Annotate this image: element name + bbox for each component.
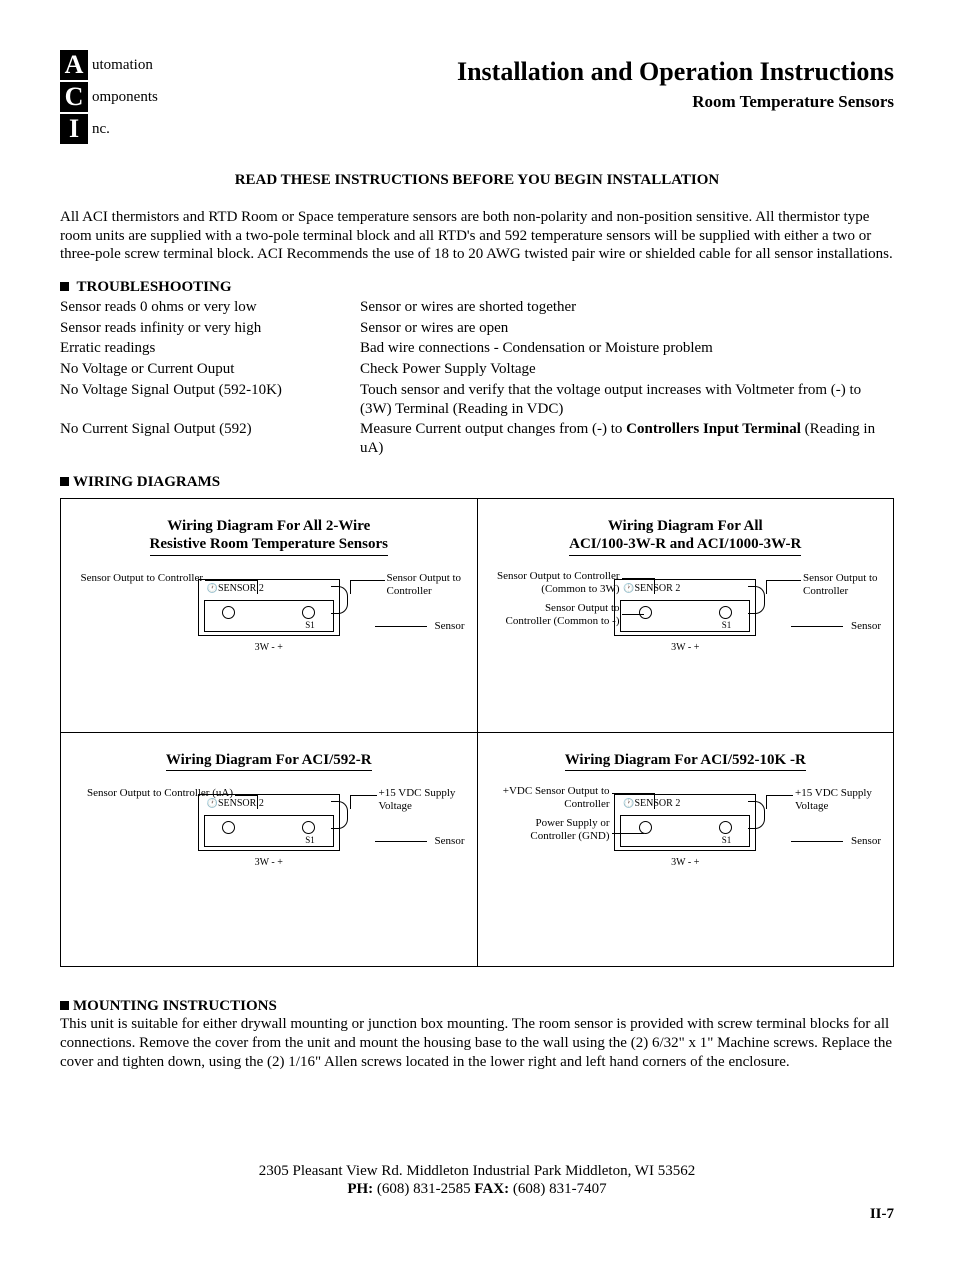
- wiring-diagrams-grid: Wiring Diagram For All 2-Wire Resistive R…: [60, 498, 894, 967]
- logo-word-c: omponents: [92, 88, 158, 107]
- bullet-icon: [60, 477, 69, 486]
- section-troubleshooting: TROUBLESHOOTING: [60, 278, 894, 297]
- diagram-title-line: ACI/100-3W-R and ACI/1000-3W-R: [569, 536, 801, 552]
- terminal-caption: 3W - +: [671, 857, 699, 870]
- page-title: Installation and Operation Instructions: [190, 56, 894, 89]
- lead-label: Sensor Output toController: [387, 572, 465, 598]
- diagram-title-line: Wiring Diagram For ACI/592-10K -R: [565, 752, 806, 768]
- ts-solution: Bad wire connections - Condensation or M…: [360, 338, 894, 359]
- footer-address: 2305 Pleasant View Rd. Middleton Industr…: [60, 1162, 894, 1181]
- clock-icon: 🕐: [207, 583, 218, 593]
- diagram-title-line: Resistive Room Temperature Sensors: [150, 536, 388, 552]
- diagram-title-line: Wiring Diagram For All: [608, 518, 763, 534]
- page-footer: 2305 Pleasant View Rd. Middleton Industr…: [60, 1162, 894, 1200]
- logo-letter-i: I: [60, 114, 88, 144]
- clock-icon: 🕐: [623, 798, 634, 808]
- page-header: Automation Components Inc. Installation …: [60, 50, 894, 146]
- ts-solution-text: Measure Current output changes from (-) …: [360, 421, 626, 437]
- intro-paragraph: All ACI thermistors and RTD Room or Spac…: [60, 208, 894, 264]
- diagram-592-10k: Wiring Diagram For ACI/592-10K -R +VDC S…: [477, 732, 894, 966]
- terminal-label: SENSOR 2: [218, 583, 264, 594]
- clock-icon: 🕐: [623, 583, 634, 593]
- terminal-caption: 3W - +: [255, 857, 283, 870]
- lead-label: +15 VDC SupplyVoltage: [379, 787, 465, 813]
- terminal-label: SENSOR 2: [218, 798, 264, 809]
- diagram-title-line: Wiring Diagram For All 2-Wire: [167, 518, 370, 534]
- logo-letter-a: A: [60, 50, 88, 80]
- terminal-caption: 3W - +: [671, 642, 699, 655]
- terminal-block: 🕐SENSOR 2 S1 3W - +: [198, 794, 340, 851]
- terminal-label: SENSOR 2: [634, 798, 680, 809]
- terminal-s1: S1: [722, 835, 732, 846]
- lead-label: +15 VDC SupplyVoltage: [795, 787, 881, 813]
- company-logo: Automation Components Inc.: [60, 50, 190, 146]
- ts-solution: Sensor or wires are shorted together: [360, 297, 894, 318]
- terminal-s1: S1: [305, 620, 315, 631]
- ts-problem: Sensor reads infinity or very high: [60, 318, 360, 339]
- section-troubleshooting-label: TROUBLESHOOTING: [76, 279, 231, 295]
- footer-phone: (608) 831-2585: [373, 1181, 474, 1197]
- page-number: II-7: [60, 1205, 894, 1224]
- section-mounting-label: MOUNTING INSTRUCTIONS: [73, 998, 277, 1014]
- lead-label: Sensor: [851, 835, 881, 848]
- footer-phone-label: PH:: [347, 1181, 373, 1197]
- logo-letter-c: C: [60, 82, 88, 112]
- terminal-block: 🕐SENSOR 2 S1 3W - +: [198, 579, 340, 636]
- read-warning: READ THESE INSTRUCTIONS BEFORE YOU BEGIN…: [60, 171, 894, 190]
- lead-label: Sensor Output to Controller(Common to 3W…: [490, 570, 620, 596]
- lead-label: Sensor Output to Controller: [73, 572, 203, 585]
- bullet-icon: [60, 1001, 69, 1010]
- lead-label: +VDC Sensor Output toController: [490, 785, 610, 811]
- lead-label: Sensor: [851, 620, 881, 633]
- diagram-title-line: Wiring Diagram For ACI/592-R: [166, 752, 372, 768]
- clock-icon: 🕐: [207, 798, 218, 808]
- terminal-caption: 3W - +: [255, 642, 283, 655]
- diagram-592r: Wiring Diagram For ACI/592-R Sensor Outp…: [61, 732, 478, 966]
- lead-label: Power Supply orController (GND): [490, 817, 610, 843]
- terminal-label: SENSOR 2: [634, 583, 680, 594]
- lead-label: Sensor Output toController (Common to -): [490, 602, 620, 628]
- terminal-block: 🕐SENSOR 2 S1 3W - +: [614, 579, 756, 636]
- lead-label: Sensor: [435, 835, 465, 848]
- ts-solution: Sensor or wires are open: [360, 318, 894, 339]
- terminal-s1: S1: [305, 835, 315, 846]
- ts-solution: Measure Current output changes from (-) …: [360, 419, 894, 459]
- diagram-2wire: Wiring Diagram For All 2-Wire Resistive R…: [61, 498, 478, 732]
- section-wiring: WIRING DIAGRAMS: [60, 473, 894, 492]
- ts-problem: Sensor reads 0 ohms or very low: [60, 297, 360, 318]
- ts-problem: No Current Signal Output (592): [60, 419, 360, 459]
- terminal-s1: S1: [722, 620, 732, 631]
- terminal-block: 🕐SENSOR 2 S1 3W - +: [614, 794, 756, 851]
- section-mounting: MOUNTING INSTRUCTIONS: [60, 997, 894, 1016]
- ts-problem: No Voltage or Current Ouput: [60, 359, 360, 380]
- footer-fax: (608) 831-7407: [509, 1181, 607, 1197]
- diagram-3wire: Wiring Diagram For All ACI/100-3W-R and A…: [477, 498, 894, 732]
- bullet-icon: [60, 282, 69, 291]
- page-subtitle: Room Temperature Sensors: [190, 91, 894, 112]
- title-block: Installation and Operation Instructions …: [190, 50, 894, 112]
- logo-word-i: nc.: [92, 120, 110, 139]
- footer-contact: PH: (608) 831-2585 FAX: (608) 831-7407: [60, 1180, 894, 1199]
- section-wiring-label: WIRING DIAGRAMS: [73, 474, 220, 490]
- logo-word-a: utomation: [92, 56, 153, 75]
- ts-problem: Erratic readings: [60, 338, 360, 359]
- lead-label: Sensor: [435, 620, 465, 633]
- ts-solution: Touch sensor and verify that the voltage…: [360, 380, 894, 420]
- troubleshoot-table: Sensor reads 0 ohms or very lowSensor or…: [60, 297, 894, 459]
- footer-fax-label: FAX:: [474, 1181, 509, 1197]
- ts-solution: Check Power Supply Voltage: [360, 359, 894, 380]
- mounting-paragraph: This unit is suitable for either drywall…: [60, 1015, 894, 1071]
- lead-label: Sensor Output toController: [803, 572, 881, 598]
- ts-solution-bold: Controllers Input Terminal: [626, 421, 801, 437]
- ts-problem: No Voltage Signal Output (592-10K): [60, 380, 360, 420]
